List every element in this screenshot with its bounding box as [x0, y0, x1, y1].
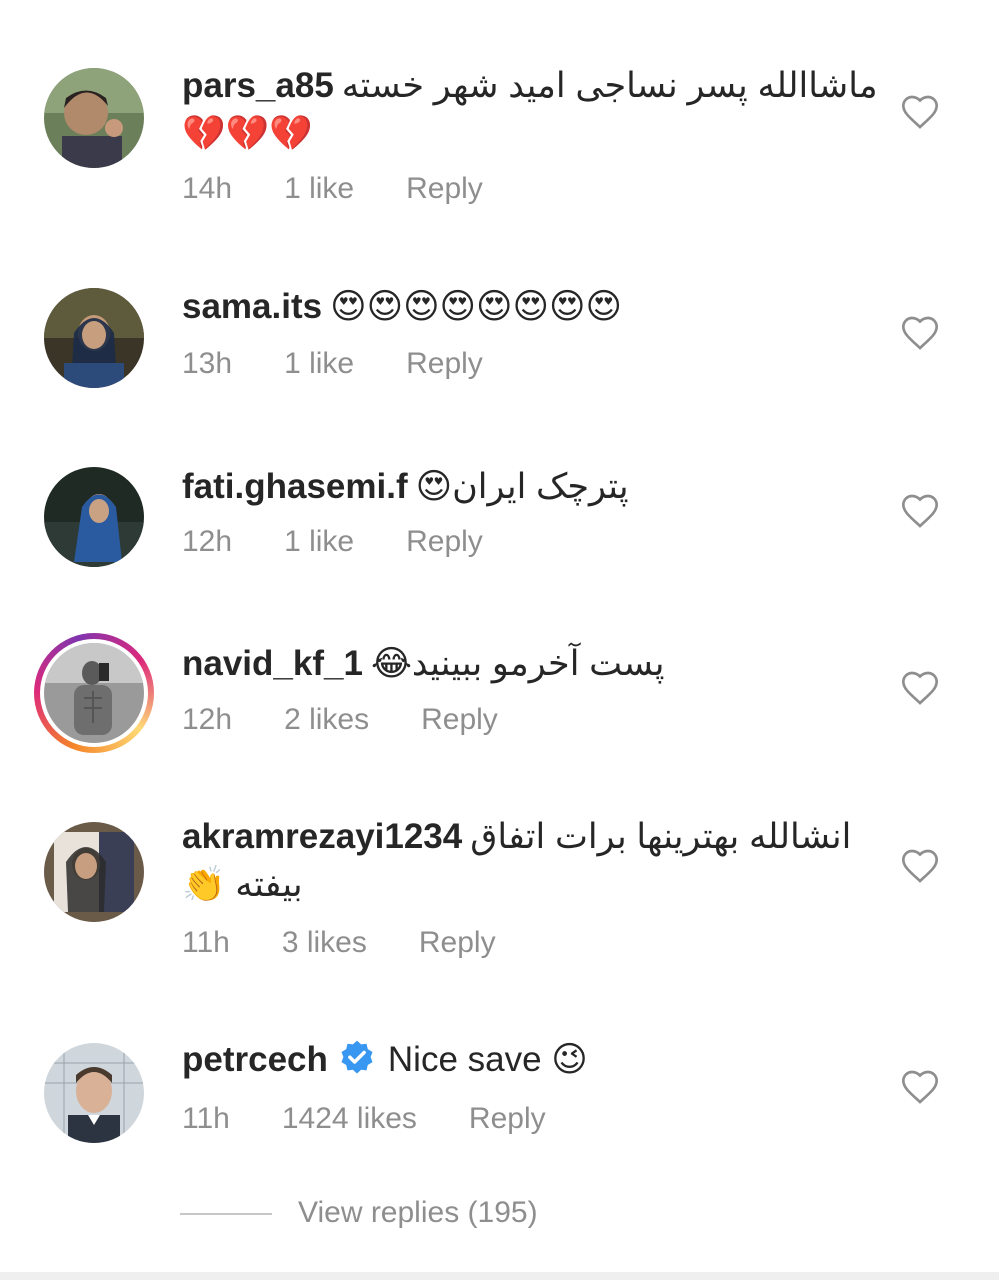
- comment-likes[interactable]: 1 like: [284, 347, 354, 381]
- comment-likes[interactable]: 3 likes: [282, 926, 367, 960]
- avatar[interactable]: [44, 68, 144, 168]
- user-photo-avatar-icon: [44, 822, 144, 922]
- user-photo-avatar-icon: [44, 1043, 144, 1143]
- comment-username[interactable]: petrcech: [182, 1040, 328, 1079]
- avatar[interactable]: [44, 643, 144, 743]
- reply-button[interactable]: Reply: [421, 703, 498, 737]
- comment-username[interactable]: sama.its: [182, 287, 322, 326]
- user-photo-avatar-icon: [44, 467, 144, 567]
- avatar[interactable]: [44, 822, 144, 922]
- story-ring[interactable]: [34, 633, 154, 753]
- comment-time: 13h: [182, 347, 233, 380]
- avatar[interactable]: [44, 467, 144, 567]
- comment-text: Nice save 😉: [387, 1040, 588, 1079]
- replies-divider: [180, 1213, 272, 1216]
- comment-text-line2: بیفته 👏: [182, 865, 303, 904]
- comment-likes[interactable]: 1 like: [284, 525, 354, 559]
- story-ring-avatar-icon: [44, 643, 144, 743]
- heart-icon[interactable]: [900, 491, 940, 531]
- reply-button[interactable]: Reply: [406, 525, 483, 559]
- reply-button[interactable]: Reply: [406, 172, 483, 206]
- heart-icon[interactable]: [900, 668, 940, 708]
- heart-icon[interactable]: [900, 313, 940, 353]
- verified-badge-icon: [341, 1040, 373, 1074]
- view-replies-button[interactable]: View replies (195): [180, 1196, 538, 1230]
- avatar[interactable]: [44, 1043, 144, 1143]
- bottom-divider: [0, 1272, 999, 1280]
- comment-text-line2: 💔💔💔: [182, 114, 313, 153]
- comment-text: 😍😍😍😍😍😍😍😍: [330, 287, 622, 326]
- reply-button[interactable]: Reply: [406, 347, 483, 381]
- reply-button[interactable]: Reply: [419, 926, 496, 960]
- comment-time: 11h: [182, 1102, 230, 1135]
- heart-icon[interactable]: [900, 1067, 940, 1107]
- comment-text: انشالله بهترینها برات اتفاق: [470, 817, 852, 856]
- comment-likes[interactable]: 2 likes: [284, 703, 369, 737]
- heart-icon[interactable]: [900, 846, 940, 886]
- comment-time: 12h: [182, 703, 233, 736]
- comment-time: 14h: [182, 172, 233, 205]
- comment-username[interactable]: navid_kf_1: [182, 644, 363, 683]
- heart-icon[interactable]: [900, 92, 940, 132]
- comment-time: 11h: [182, 926, 230, 959]
- view-replies-label: View replies (195): [298, 1196, 538, 1229]
- comment-username[interactable]: pars_a85: [182, 66, 334, 105]
- comment-text: ماشاالله پسر نساجی امید شهر خسته: [341, 66, 878, 105]
- comment-username[interactable]: fati.ghasemi.f: [182, 467, 408, 506]
- avatar[interactable]: [44, 288, 144, 388]
- comment-text: پست آخرمو ببینید😂: [370, 644, 665, 683]
- comment-likes[interactable]: 1 like: [284, 172, 354, 206]
- comment-text: پترچک ایران😍: [415, 467, 629, 506]
- reply-button[interactable]: Reply: [469, 1102, 546, 1136]
- user-photo-avatar-icon: [44, 288, 144, 388]
- comment-username[interactable]: akramrezayi1234: [182, 817, 462, 856]
- comment-time: 12h: [182, 525, 233, 558]
- user-photo-avatar-icon: [44, 68, 144, 168]
- comment-likes[interactable]: 1424 likes: [282, 1102, 417, 1136]
